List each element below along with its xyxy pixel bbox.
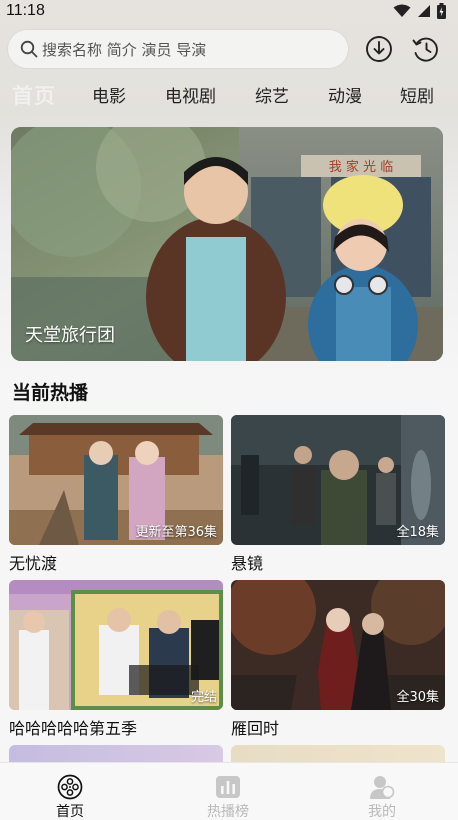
tab-short-drama[interactable]: 短剧 — [400, 82, 434, 107]
card-title: 悬镜 — [231, 554, 264, 573]
bottom-nav-hot-chart-label: 热播榜 — [207, 804, 249, 820]
search-icon — [20, 40, 38, 58]
tab-anime[interactable]: 动漫 — [328, 82, 362, 107]
battery-icon — [437, 3, 446, 19]
card-title: 哈哈哈哈哈第五季 — [9, 719, 138, 738]
tab-home[interactable]: 首页 — [12, 80, 56, 110]
card-title: 无忧渡 — [9, 554, 58, 573]
tab-movie[interactable]: 电影 — [92, 82, 126, 107]
card-title: 雁回时 — [231, 719, 280, 738]
featured-banner[interactable]: 我 家 光 临 天堂旅行团 — [11, 127, 443, 361]
download-icon — [366, 36, 392, 62]
category-tabs: 首页 电影 电视剧 综艺 动漫 短剧 — [0, 80, 458, 112]
banner-title: 天堂旅行团 — [25, 325, 115, 346]
card-thumbnail: 更新至第36集 — [9, 415, 223, 545]
tab-tv-series[interactable]: 电视剧 — [165, 82, 216, 107]
banner-sign-text: 我 家 光 临 — [329, 159, 393, 175]
search-input[interactable]: 搜索名称 简介 演员 导演 — [8, 30, 348, 68]
drama-card-yanhuishi[interactable]: 全30集 雁回时 — [231, 580, 445, 739]
bottom-nav-profile-label: 我的 — [368, 804, 396, 820]
film-reel-icon — [57, 774, 83, 800]
card-thumbnail: 全30集 — [231, 580, 445, 710]
bottom-nav-home[interactable]: 首页 — [20, 763, 120, 820]
drama-card-wuyoudu[interactable]: 更新至第36集 无忧渡 — [9, 415, 223, 574]
card-thumbnail: 完结 — [9, 580, 223, 710]
history-icon — [412, 37, 438, 62]
search-placeholder: 搜索名称 简介 演员 导演 — [42, 40, 207, 59]
history-button[interactable] — [411, 34, 441, 64]
status-icons — [393, 3, 446, 19]
status-bar: 11:18 — [0, 0, 458, 22]
bottom-nav-hot-chart[interactable]: 热播榜 — [178, 763, 278, 820]
tab-variety[interactable]: 综艺 — [255, 82, 289, 107]
download-button[interactable] — [364, 34, 394, 64]
card-thumbnail: 全18集 — [231, 415, 445, 545]
episode-badge: 更新至第36集 — [135, 525, 217, 540]
episode-badge: 完结 — [190, 690, 217, 705]
bottom-nav-home-label: 首页 — [56, 804, 84, 820]
bottom-nav-profile[interactable]: 我的 — [332, 763, 432, 820]
search-row: 搜索名称 简介 演员 导演 — [8, 30, 450, 68]
episode-badge: 全18集 — [396, 525, 439, 540]
profile-icon — [370, 776, 395, 799]
chart-icon — [216, 776, 240, 798]
signal-icon — [418, 5, 430, 17]
bottom-navigation: 首页 热播榜 我的 — [0, 762, 458, 820]
variety-card-hahaha[interactable]: 完结 哈哈哈哈哈第五季 — [9, 580, 223, 739]
status-time: 11:18 — [6, 2, 45, 19]
episode-badge: 全30集 — [396, 690, 439, 705]
section-title: 当前热播 — [12, 382, 89, 404]
wifi-icon — [393, 4, 411, 17]
drama-card-xuanjing[interactable]: 全18集 悬镜 — [231, 415, 445, 574]
